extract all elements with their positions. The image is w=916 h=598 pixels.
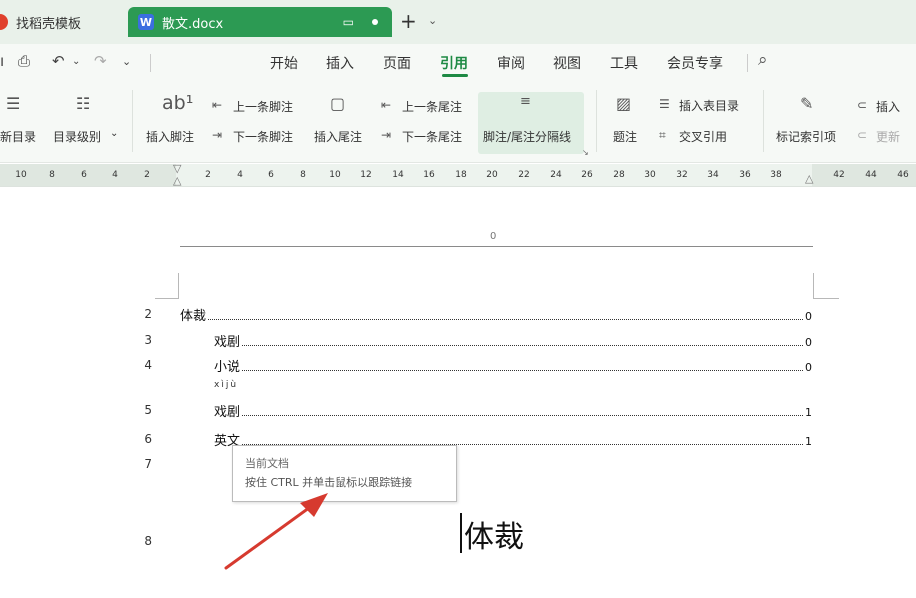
prev-endnote-button[interactable]: 上一条尾注 [402,98,462,115]
prev-endnote-icon: ⇤ [381,98,392,112]
redo-icon[interactable]: ↷ [94,52,107,70]
caption-button[interactable]: 题注 [613,128,637,145]
prev-footnote-icon: ⇤ [212,98,223,112]
cross-ref-icon: ⌗ [659,128,666,142]
prev-footnote-button[interactable]: 上一条脚注 [233,98,293,115]
ruler-tick: 6 [81,170,87,180]
ruler-tick: 28 [613,170,625,180]
dialog-launcher-icon[interactable]: ↘ [582,148,589,157]
menu-review[interactable]: 审阅 [497,53,525,73]
title-bar: 找稻壳模板 W 散文.docx ▭ + ⌄ [0,0,916,44]
ribbon-separator [132,90,133,152]
ruler-tick: 18 [455,170,467,180]
ruler-tick: 2 [144,170,150,180]
update-toc-icon: ☰ [6,94,21,113]
tab-document-label: 散文.docx [162,16,224,32]
ruler-tick: 42 [833,170,845,180]
window-icon[interactable]: ▭ [343,15,354,29]
ruler-tick: 36 [739,170,751,180]
menu-view[interactable]: 视图 [553,53,581,73]
print-preview-icon[interactable]: ⎙ [18,52,30,70]
new-tab-dropdown-icon[interactable]: ⌄ [428,14,437,27]
cross-ref-button[interactable]: 交叉引用 [679,128,727,145]
next-footnote-button[interactable]: 下一条脚注 [233,128,293,145]
ruler-tick: 26 [581,170,593,180]
search-icon[interactable]: ⌕ [758,50,768,70]
mark-index-icon: ✎ [800,94,814,113]
next-footnote-icon: ⇥ [212,128,223,142]
menu-member[interactable]: 会员专享 [667,53,723,73]
toc-level-icon: ☷ [76,94,91,113]
ruler-tick: 24 [550,170,562,180]
toc-level-dropdown-icon[interactable]: ⌄ [110,128,118,139]
ruler-tick: 32 [676,170,688,180]
word-doc-icon: W [138,14,154,30]
insert-footnote-icon: ab¹ [162,92,194,114]
note-separator-button[interactable]: 脚注/尾注分隔线 [483,128,571,145]
menu-references[interactable]: 引用 [440,53,468,73]
annotation-arrow-icon [224,493,328,570]
caption-icon: ▨ [616,94,632,113]
tab-template-store[interactable]: 找稻壳模板 [0,7,118,37]
menu-page[interactable]: 页面 [383,53,411,73]
undo-icon[interactable]: ↶ [52,52,65,70]
menu-tools[interactable]: 工具 [610,53,638,73]
undo-dropdown-icon[interactable]: ⌄ [72,56,80,67]
hanging-indent-marker[interactable]: △ [173,174,181,187]
ruler-tick: 4 [112,170,118,180]
ruler-tick: 14 [392,170,404,180]
ribbon-references: ☰ 新目录 ☷ 目录级别 ⌄ ab¹ 插入脚注 ⇤ 上一条脚注 ⇥ 下一条脚注 … [0,80,916,163]
update-toc-button[interactable]: 新目录 [0,128,36,145]
ruler-tick: 38 [770,170,782,180]
ruler-tick: 34 [707,170,719,180]
horizontal-ruler[interactable]: 10 8 6 4 2 ▽ △ 2 4 6 8 10 12 14 16 18 20… [0,162,916,187]
ruler-tick: 12 [360,170,372,180]
next-endnote-icon: ⇥ [381,128,392,142]
active-menu-underline [442,74,468,77]
ruler-tick: 10 [329,170,341,180]
update-index-button[interactable]: 更新 [876,128,900,145]
ruler-tick: 8 [49,170,55,180]
ribbon-separator [763,90,764,152]
docer-logo-icon [0,14,8,30]
toc-level-button[interactable]: 目录级别 [53,128,101,145]
menu-bar: ı ⎙ ↶ ⌄ ↷ ⌄ 开始 插入 页面 引用 审阅 视图 工具 会员专享 ⌕ [0,44,916,80]
tab-document[interactable]: W 散文.docx ▭ [128,7,392,37]
update-index-icon: ⊂ [857,128,868,142]
ruler-tick: 2 [205,170,211,180]
quick-access-separator [150,54,151,72]
figure-toc-icon: ☰ [659,97,670,111]
ruler-tick: 22 [518,170,530,180]
note-separator-icon: ≡ [520,94,531,109]
next-endnote-button[interactable]: 下一条尾注 [402,128,462,145]
ruler-tick: 30 [644,170,656,180]
menu-home[interactable]: 开始 [270,53,298,73]
insert-index-button[interactable]: 插入 [876,98,900,115]
document-canvas[interactable]: 0 2 体裁 0 3 戏剧 0 4 小说 0 xìjù 5 戏剧 1 6 英文 … [0,187,916,598]
insert-footnote-button[interactable]: 插入脚注 [146,128,194,145]
edge-icon: ı [0,52,5,70]
ruler-tick: 44 [865,170,877,180]
tab-template-store-label: 找稻壳模板 [16,16,82,32]
ruler-tick: 46 [897,170,909,180]
menu-separator [747,54,748,72]
right-indent-marker[interactable]: △ [805,172,813,185]
ruler-tick: 16 [423,170,435,180]
insert-figure-toc-button[interactable]: 插入表目录 [679,97,739,114]
ruler-tick: 8 [300,170,306,180]
insert-endnote-icon: ▢ [330,94,346,113]
insert-endnote-button[interactable]: 插入尾注 [314,128,362,145]
ribbon-separator [596,90,597,152]
more-dropdown-icon[interactable]: ⌄ [122,55,131,68]
ruler-tick: 6 [268,170,274,180]
mark-index-button[interactable]: 标记索引项 [776,128,836,145]
menu-insert[interactable]: 插入 [326,53,354,73]
ruler-tick: 10 [15,170,27,180]
new-tab-plus-icon[interactable]: + [400,9,417,33]
insert-index-icon: ⊂ [857,98,868,112]
ruler-tick: 4 [237,170,243,180]
ruler-tick: 20 [486,170,498,180]
unsaved-dot-icon [372,19,378,25]
